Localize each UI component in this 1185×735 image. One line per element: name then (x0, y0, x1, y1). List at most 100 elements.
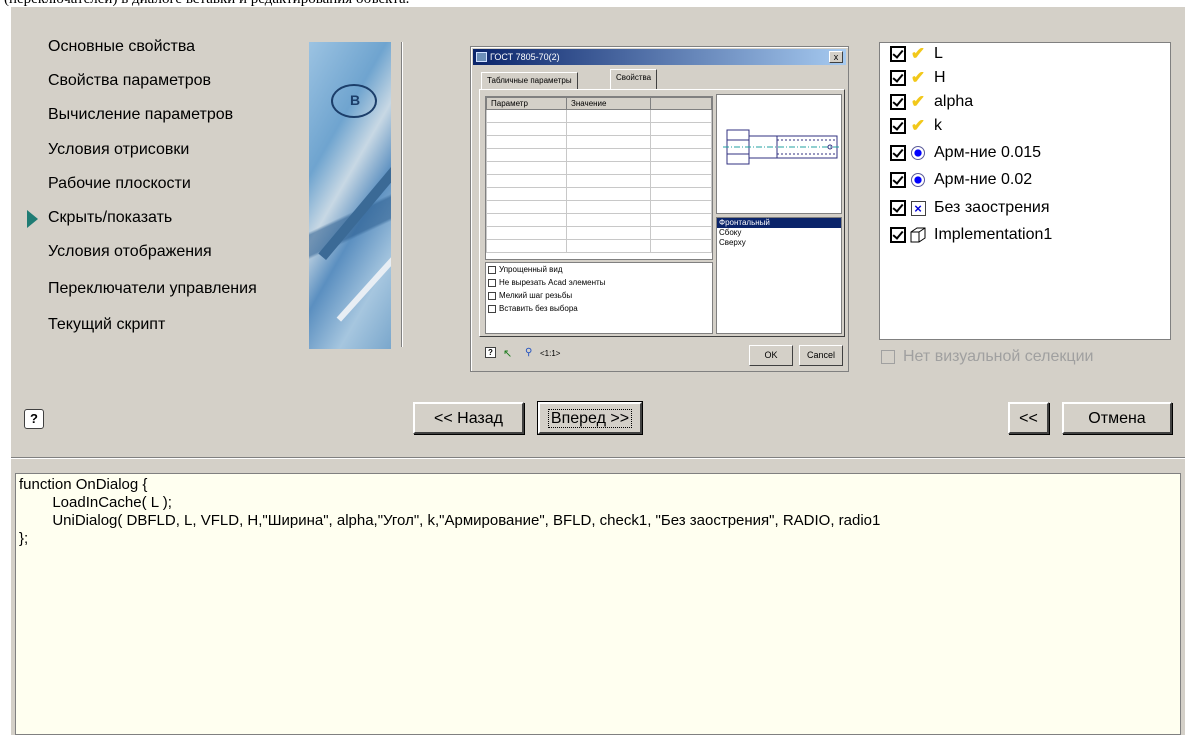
visibility-checklist[interactable]: ✔ L ✔ H ✔ alpha ✔ k Арм-ние 0.015 Арм-ни… (879, 42, 1171, 340)
checkbox-x-icon: × (909, 199, 927, 217)
decorative-banner-image: B (309, 42, 391, 349)
nav-item-current-script[interactable]: Текущий скрипт (48, 316, 165, 334)
option-label: Мелкий шаг резьбы (499, 291, 573, 300)
item-label: Implementation1 (934, 226, 1053, 243)
ok-button[interactable]: OK (749, 345, 793, 366)
list-item-top[interactable]: Сверху (717, 238, 841, 248)
option-label: Не вырезать Acad элементы (499, 278, 606, 287)
list-item[interactable]: ✔ k (890, 115, 942, 137)
checked-checkbox-icon[interactable] (890, 145, 906, 161)
nav-item-parameter-properties[interactable]: Свойства параметров (48, 72, 211, 90)
nav-item-draw-conditions[interactable]: Условия отрисовки (48, 141, 189, 159)
nav-item-parameter-calculation[interactable]: Вычисление параметров (48, 106, 233, 124)
yellow-check-icon: ✔ (910, 92, 926, 111)
table-row[interactable] (486, 213, 712, 227)
parameter-grid[interactable]: Параметр Значение (485, 96, 713, 260)
collapse-button[interactable]: << (1008, 402, 1049, 434)
item-label: H (934, 69, 946, 86)
banner-badge-letter: B (350, 92, 361, 108)
preview-title: ГОСТ 7805-70(2) (490, 52, 560, 62)
help-icon[interactable]: ? (485, 347, 496, 358)
preview-footer: ? ↖ ⚲ <1:1> OK Cancel (479, 343, 845, 369)
zoom-icon[interactable]: ⚲ (525, 347, 532, 358)
item-label: alpha (934, 93, 974, 110)
preview-cancel-button[interactable]: Cancel (799, 345, 843, 366)
preview-dialog: ГОСТ 7805-70(2) x Табличные параметры Св… (470, 46, 849, 372)
help-button[interactable]: ? (24, 409, 44, 429)
radio-icon (909, 144, 927, 162)
list-item-front[interactable]: Фронтальный (717, 218, 841, 228)
checkbox-icon (488, 278, 496, 287)
yellow-check-icon: ✔ (910, 68, 926, 87)
list-item[interactable]: ✔ L (890, 43, 943, 65)
nav-item-hide-show[interactable]: Скрыть/показать (48, 209, 172, 227)
option-simplified-view[interactable]: Упрощенный вид (486, 263, 712, 276)
nav-item-work-planes[interactable]: Рабочие плоскости (48, 175, 191, 193)
option-fine-thread[interactable]: Мелкий шаг резьбы (486, 289, 712, 302)
checked-checkbox-icon[interactable] (890, 118, 906, 134)
back-button[interactable]: << Назад (413, 402, 524, 434)
preview-options: Упрощенный вид Не вырезать Acad элементы… (485, 262, 713, 334)
wizard-nav: Основные свойства Свойства параметров Вы… (11, 7, 306, 347)
active-step-arrow-icon (27, 210, 38, 228)
nav-item-control-switches[interactable]: Переключатели управления (48, 280, 257, 298)
zoom-label: <1:1> (540, 349, 561, 358)
option-no-cut-acad[interactable]: Не вырезать Acad элементы (486, 276, 712, 289)
cube-icon (910, 227, 926, 243)
column-header-value: Значение (566, 97, 651, 110)
table-row[interactable] (486, 148, 712, 162)
preview-tab-body: Параметр Значение Упрощенный вид Не выре… (479, 89, 845, 337)
table-row[interactable] (486, 109, 712, 123)
view-list[interactable]: Фронтальный Сбоку Сверху (716, 217, 842, 334)
nav-item-main-properties[interactable]: Основные свойства (48, 38, 195, 56)
checked-checkbox-icon[interactable] (890, 172, 906, 188)
option-insert-without-select[interactable]: Вставить без выбора (486, 302, 712, 315)
list-item-side[interactable]: Сбоку (717, 228, 841, 238)
column-header-empty (650, 97, 712, 110)
column-header-parameter: Параметр (486, 97, 567, 110)
checkbox-icon (488, 304, 496, 313)
table-row[interactable] (486, 226, 712, 240)
banner-badge: B (331, 84, 377, 118)
checked-checkbox-icon[interactable] (890, 227, 906, 243)
cancel-button[interactable]: Отмена (1062, 402, 1172, 434)
next-button[interactable]: Вперед >> (537, 401, 643, 435)
option-label: Вставить без выбора (499, 304, 578, 313)
table-row[interactable] (486, 122, 712, 136)
tab-table-parameters[interactable]: Табличные параметры (481, 72, 578, 90)
list-item[interactable]: × Без заострения (890, 197, 1050, 219)
checked-checkbox-icon[interactable] (890, 200, 906, 216)
next-button-label: Вперед >> (547, 409, 633, 428)
no-visual-selection-checkbox[interactable]: Нет визуальной селекции (881, 348, 1093, 366)
list-item[interactable]: ✔ H (890, 67, 946, 89)
script-editor[interactable]: function OnDialog { LoadInCache( L ); Un… (15, 473, 1181, 735)
table-row[interactable] (486, 200, 712, 214)
table-row[interactable] (486, 239, 712, 253)
preview-title-bar: ГОСТ 7805-70(2) x (473, 49, 846, 65)
checkbox-icon (488, 291, 496, 300)
vertical-divider (401, 42, 403, 347)
checked-checkbox-icon[interactable] (890, 70, 906, 86)
table-row[interactable] (486, 174, 712, 188)
bolt-drawing-icon (723, 129, 839, 165)
table-row[interactable] (486, 135, 712, 149)
tab-properties[interactable]: Свойства (610, 69, 658, 90)
item-label: k (934, 117, 942, 134)
checked-checkbox-icon[interactable] (890, 46, 906, 62)
table-row[interactable] (486, 161, 712, 175)
list-item[interactable]: ✔ alpha (890, 91, 973, 113)
no-visual-selection-label: Нет визуальной селекции (903, 348, 1094, 365)
banner-stripe (336, 228, 391, 322)
pointer-icon[interactable]: ↖ (503, 347, 512, 360)
cube-icon (909, 226, 927, 244)
table-row[interactable] (486, 187, 712, 201)
checked-checkbox-icon[interactable] (890, 94, 906, 110)
close-icon[interactable]: x (829, 51, 843, 63)
nav-item-display-conditions[interactable]: Условия отображения (48, 243, 212, 261)
list-item[interactable]: Арм-ние 0.02 (890, 169, 1032, 191)
radio-icon (909, 171, 927, 189)
item-label: Арм-ние 0.015 (934, 144, 1042, 161)
list-item[interactable]: Implementation1 (890, 224, 1052, 246)
script-code[interactable]: function OnDialog { LoadInCache( L ); Un… (16, 474, 1180, 550)
list-item[interactable]: Арм-ние 0.015 (890, 142, 1041, 164)
